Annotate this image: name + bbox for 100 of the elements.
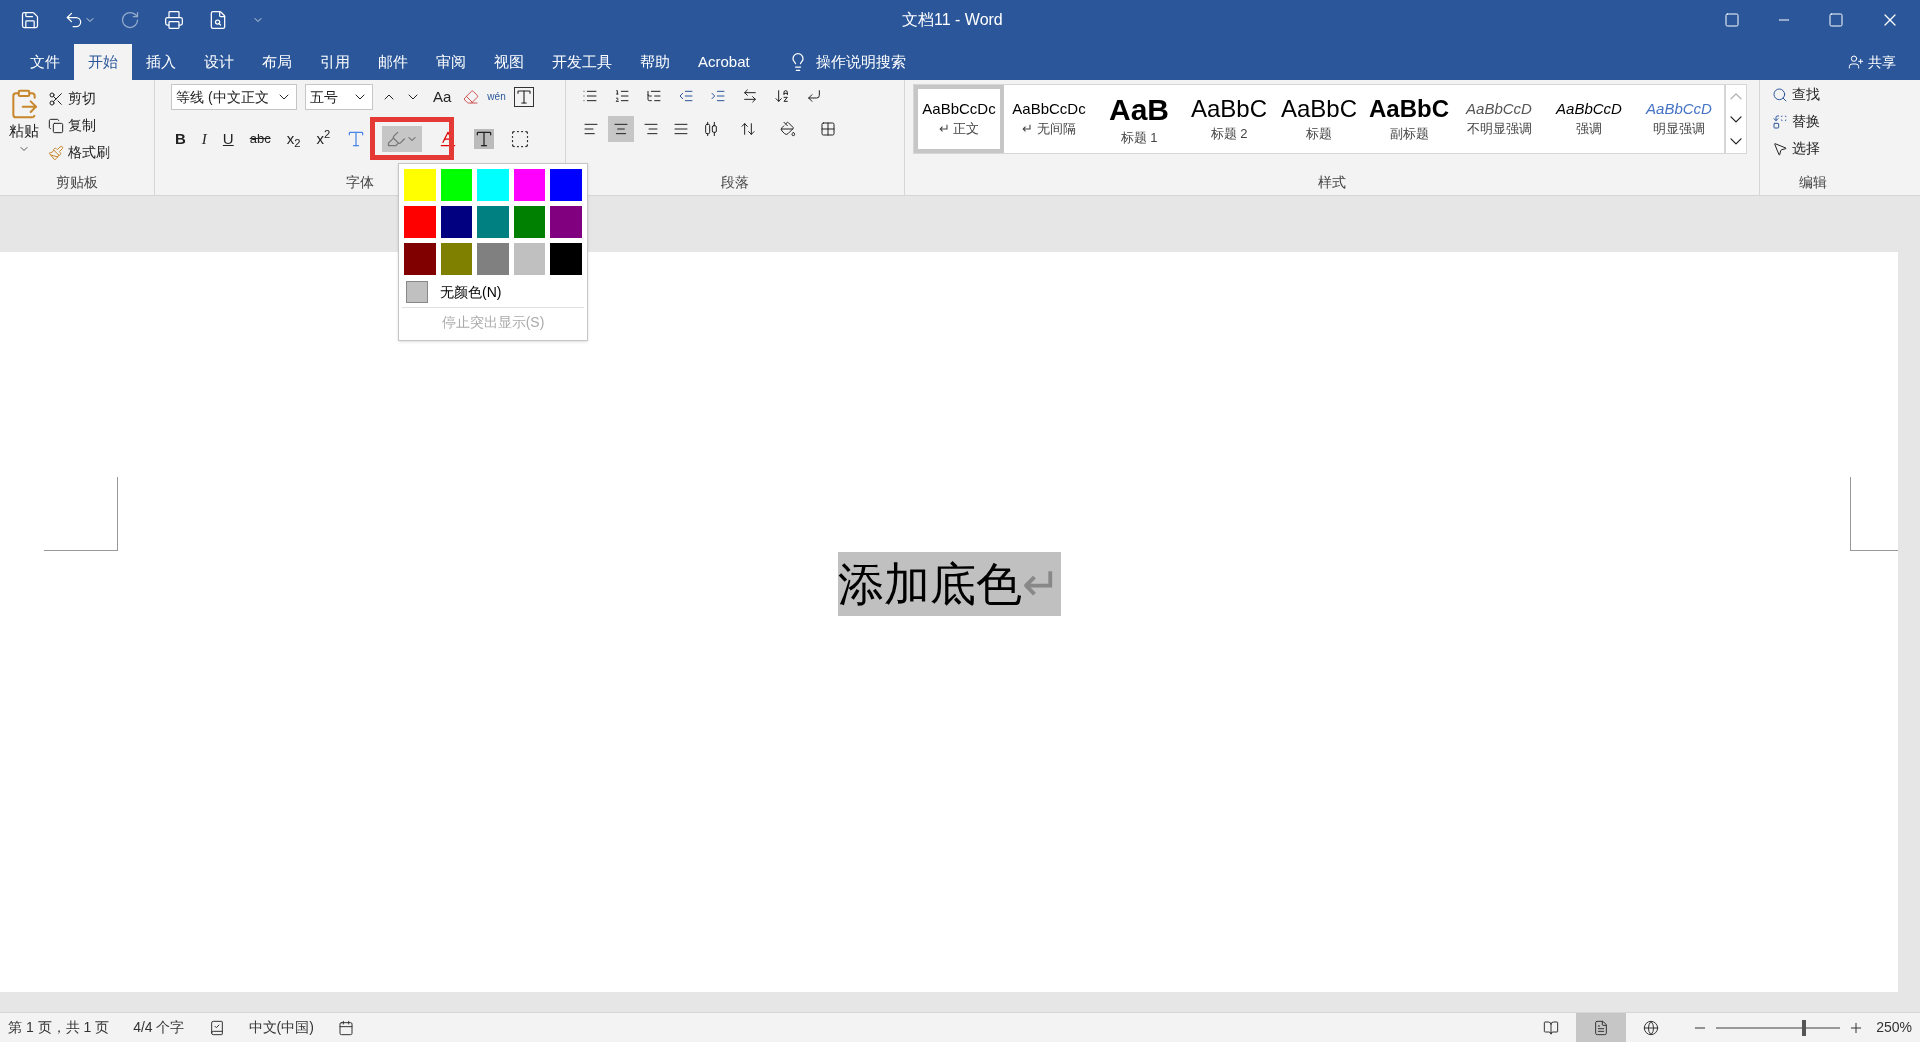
document-text: 添加底色↵ <box>837 552 1061 616</box>
ribbon-tab[interactable]: 插入 <box>132 44 190 80</box>
style-item[interactable]: AaB 标题 1 <box>1094 85 1184 153</box>
language-status[interactable]: 中文(中国) <box>248 1017 314 1038</box>
share-button[interactable]: 共享 <box>1848 44 1896 80</box>
ribbon-tab[interactable]: 引用 <box>306 44 364 80</box>
color-swatch[interactable] <box>550 206 582 238</box>
save-icon[interactable] <box>20 10 40 30</box>
ribbon-tab[interactable]: 开始 <box>74 44 132 80</box>
macro-icon[interactable] <box>337 1019 354 1036</box>
style-item[interactable]: AaBbCcD 强调 <box>1544 85 1634 153</box>
underline-button[interactable]: U <box>222 127 234 151</box>
align-icon <box>673 121 689 137</box>
paintbrush-icon <box>48 144 64 161</box>
replace-button[interactable]: 替换 <box>1772 111 1857 132</box>
style-item[interactable]: AaBbC 标题 <box>1274 85 1364 153</box>
font-size-dropdown[interactable]: 五号 <box>305 84 373 110</box>
zoom-slider[interactable] <box>1716 1019 1841 1036</box>
multilevel-list-icon[interactable] <box>646 88 662 104</box>
italic-button[interactable]: I <box>201 127 207 151</box>
superscript-button[interactable]: x$^{2}$ <box>316 127 331 151</box>
ribbon-tab[interactable]: 文件 <box>16 44 74 80</box>
align-icon <box>643 121 659 137</box>
color-swatch[interactable] <box>404 206 436 238</box>
sort-icon[interactable] <box>774 88 790 104</box>
style-item[interactable]: AaBbCcD 不明显强调 <box>1454 85 1544 153</box>
format-painter-button[interactable]: 格式刷 <box>48 142 110 163</box>
color-swatch[interactable] <box>477 169 509 201</box>
ribbon-tab[interactable]: 帮助 <box>626 44 684 80</box>
color-swatch[interactable] <box>513 243 546 275</box>
character-border-icon[interactable] <box>513 87 534 107</box>
align-icon <box>703 121 719 137</box>
select-button[interactable]: 选择 <box>1772 138 1857 159</box>
slider-thumb[interactable] <box>1801 1019 1806 1036</box>
style-item[interactable]: AaBbCcD 明显强调 <box>1634 85 1724 153</box>
printer-icon[interactable] <box>164 10 184 30</box>
view-icon <box>1593 1019 1610 1036</box>
color-swatch[interactable] <box>404 169 436 201</box>
borders-icon[interactable] <box>820 121 836 137</box>
ribbon-tab[interactable]: 邮件 <box>364 44 422 80</box>
view-button[interactable] <box>1576 1013 1627 1042</box>
group-label: 样式 <box>1318 173 1346 192</box>
style-item[interactable]: AaBbC 副标题 <box>1364 85 1454 153</box>
strikethrough-button[interactable]: abc <box>249 129 271 149</box>
font-family-dropdown[interactable]: 等线 (中文正文 <box>171 84 297 110</box>
line-spacing-icon[interactable] <box>740 121 756 137</box>
ribbon-tab[interactable]: Acrobat <box>684 44 764 80</box>
word-count[interactable]: 4/4 个字 <box>133 1017 185 1038</box>
highlighter-icon <box>386 129 407 149</box>
increase-indent-icon[interactable] <box>710 88 726 104</box>
zoom-level[interactable]: 250% <box>1876 1017 1912 1038</box>
decrease-indent-icon[interactable] <box>678 88 694 104</box>
color-swatch[interactable] <box>440 169 473 201</box>
bold-button[interactable]: B <box>175 127 186 151</box>
no-color-option[interactable]: 无颜色(N) <box>402 281 584 303</box>
ribbon-tab[interactable]: 布局 <box>248 44 306 80</box>
copy-button[interactable]: 复制 <box>48 115 110 136</box>
bullets-icon[interactable] <box>582 88 598 104</box>
ribbon-tab[interactable]: 审阅 <box>422 44 480 80</box>
ribbon-tab[interactable]: 开发工具 <box>538 44 626 80</box>
maximize-icon[interactable] <box>1828 12 1844 28</box>
color-swatch[interactable] <box>550 243 582 275</box>
color-swatch[interactable] <box>440 243 473 275</box>
undo-icon[interactable] <box>64 10 84 30</box>
paste-button[interactable]: 粘贴 <box>8 84 40 163</box>
enclose-character-icon[interactable] <box>510 129 531 149</box>
color-swatch[interactable] <box>513 206 546 238</box>
color-swatch[interactable] <box>477 243 509 275</box>
cut-button[interactable]: 剪切 <box>48 88 110 109</box>
print-preview-icon[interactable] <box>208 10 228 30</box>
highlight-button[interactable] <box>382 126 423 152</box>
subscript-button[interactable]: x$_{2}$ <box>286 127 301 151</box>
find-button[interactable]: 查找 <box>1772 84 1857 105</box>
numbering-icon[interactable] <box>614 88 630 104</box>
group-label: 剪贴板 <box>56 173 98 192</box>
page-count[interactable]: 第 1 页，共 1 页 <box>8 1017 110 1038</box>
tell-me-search[interactable]: 操作说明搜索 <box>815 50 906 74</box>
eraser-icon[interactable] <box>463 89 480 105</box>
color-swatch[interactable] <box>404 243 436 275</box>
text-direction-icon[interactable] <box>742 88 758 104</box>
style-item[interactable]: AaBbCcDc ↵ 无间隔 <box>1004 85 1094 153</box>
ribbon-tab[interactable]: 视图 <box>480 44 538 80</box>
group-label: 字体 <box>346 173 374 192</box>
color-swatch[interactable] <box>440 206 473 238</box>
ribbon-tab[interactable]: 设计 <box>190 44 248 80</box>
ribbon-display-icon[interactable] <box>1724 12 1740 28</box>
character-shading-icon[interactable] <box>474 129 495 149</box>
align-icon <box>613 121 629 137</box>
paint-bucket-icon[interactable] <box>780 121 796 137</box>
show-marks-icon[interactable] <box>806 88 822 104</box>
align-button[interactable] <box>608 116 634 142</box>
phonetic-guide-button[interactable]: wén <box>487 92 506 102</box>
color-swatch[interactable] <box>513 169 546 201</box>
color-swatch[interactable] <box>477 206 509 238</box>
window-title: 文档11 - Word <box>902 10 1003 30</box>
color-swatch[interactable] <box>550 169 582 201</box>
style-item[interactable]: AaBbCcDc ↵ 正文 <box>914 85 1004 153</box>
proofing-icon[interactable] <box>208 1019 225 1036</box>
change-case-button[interactable]: Aa <box>429 85 456 109</box>
style-item[interactable]: AaBbC 标题 2 <box>1184 85 1274 153</box>
